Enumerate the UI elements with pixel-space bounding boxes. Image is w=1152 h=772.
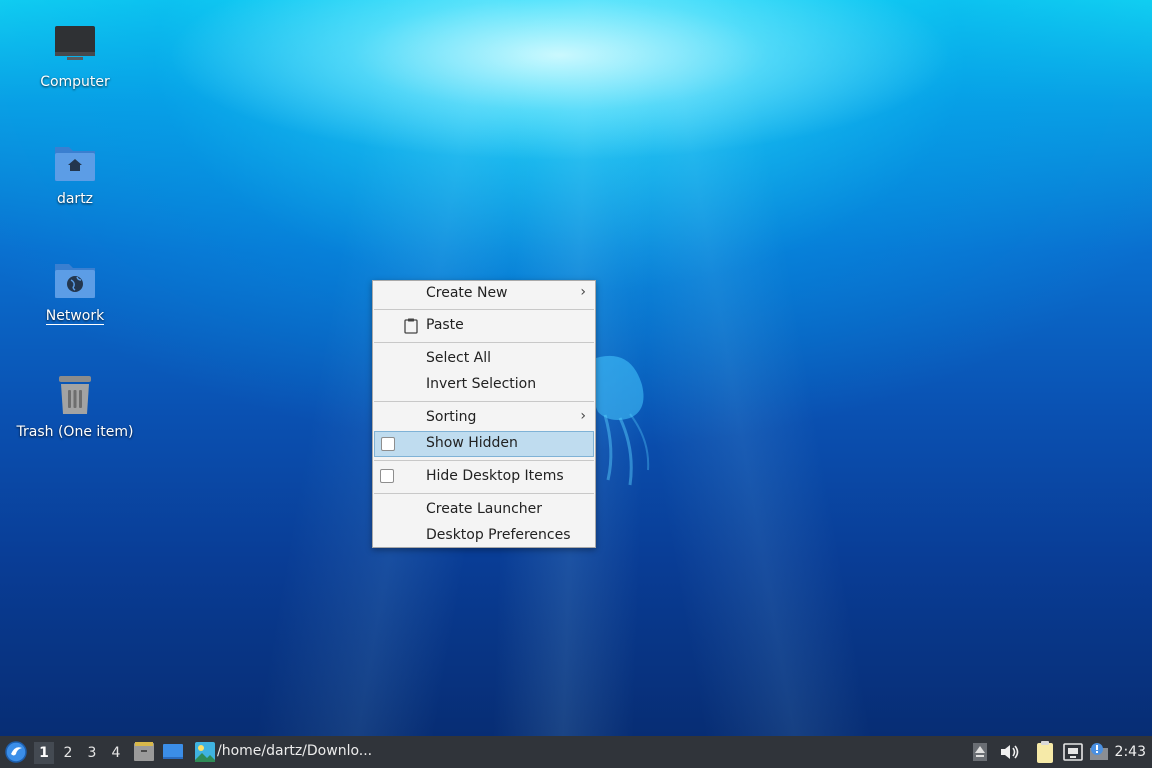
menu-item-invert-selection[interactable]: Invert Selection [374,372,594,398]
taskbar-window-button[interactable]: /home/dartz/Downlo... [193,739,393,765]
update-notification-button[interactable] [1088,736,1112,768]
desktop-icon-trash[interactable]: Trash (One item) [5,372,145,440]
menu-item-hide-desktop-items[interactable]: Hide Desktop Items [374,464,594,490]
taskbar-window-title: /home/dartz/Downlo... [217,743,373,759]
menu-item-create-new[interactable]: Create New › [374,281,594,307]
menu-separator [374,460,594,461]
network-folder-icon [51,256,99,304]
tray-update-indicator[interactable] [970,736,990,768]
desktop-icon-home[interactable]: dartz [5,139,145,207]
hide-desktop-items-checkbox[interactable] [380,469,394,483]
menu-item-label: Show Hidden [426,435,518,451]
desktop-context-menu: Create New › Paste Select All Invert Sel… [372,280,596,548]
menu-item-label: Desktop Preferences [426,527,571,543]
chevron-right-icon: › [580,408,586,424]
menu-separator [374,342,594,343]
show-desktop-button[interactable] [162,736,184,768]
file-cabinet-icon [134,742,154,761]
menu-item-desktop-preferences[interactable]: Desktop Preferences [374,523,594,549]
clock[interactable]: 2:43 [1115,744,1146,760]
clipboard-icon [404,318,418,334]
show-hidden-checkbox[interactable] [381,437,395,451]
menu-item-label: Hide Desktop Items [426,468,564,484]
lubuntu-logo-icon [5,741,27,763]
menu-item-label: Paste [426,317,464,333]
menu-item-show-hidden[interactable]: Show Hidden [374,431,594,457]
menu-separator [374,493,594,494]
start-menu-button[interactable] [4,736,28,768]
network-tray-button[interactable] [1062,736,1084,768]
chevron-right-icon: › [580,284,586,300]
image-viewer-icon [195,742,215,762]
volume-control[interactable] [998,736,1020,768]
menu-item-label: Sorting [426,409,477,425]
menu-separator [374,401,594,402]
desktop-icon-label: dartz [56,191,94,207]
menu-item-sorting[interactable]: Sorting › [374,405,594,431]
menu-item-create-launcher[interactable]: Create Launcher [374,497,594,523]
menu-item-select-all[interactable]: Select All [374,346,594,372]
home-folder-icon [51,139,99,187]
computer-icon [51,22,99,70]
menu-item-label: Select All [426,350,491,366]
desktop-icon-network[interactable]: Network [5,256,145,325]
ethernet-icon [1063,743,1083,761]
taskbar: 1 2 3 4 /home/dartz/Downlo... 2:43 [0,736,1152,768]
file-manager-launcher[interactable] [133,736,155,768]
desktop-icon [163,744,183,759]
menu-separator [374,309,594,310]
desktop-icon-label: Trash (One item) [16,424,134,440]
workspace-3[interactable]: 3 [82,742,102,764]
trash-icon [51,372,99,420]
desktop-icon-computer[interactable]: Computer [5,22,145,90]
up-arrow-icon [973,743,987,761]
clipboard-tray-button[interactable] [1034,736,1056,768]
menu-item-label: Invert Selection [426,376,537,392]
menu-item-label: Create Launcher [426,501,543,517]
workspace-1[interactable]: 1 [34,742,54,764]
workspace-4[interactable]: 4 [106,742,126,764]
desktop-background[interactable]: Computer dartz Network Trash (One item) … [0,0,1152,736]
desktop-icon-label: Computer [40,74,110,90]
menu-item-paste[interactable]: Paste [374,313,594,339]
info-alert-icon [1090,743,1108,760]
menu-item-label: Create New [426,285,508,301]
clipboard-manager-icon [1037,741,1053,763]
desktop-icon-label: Network [45,308,105,325]
workspace-2[interactable]: 2 [58,742,78,764]
speaker-icon [1001,745,1019,759]
